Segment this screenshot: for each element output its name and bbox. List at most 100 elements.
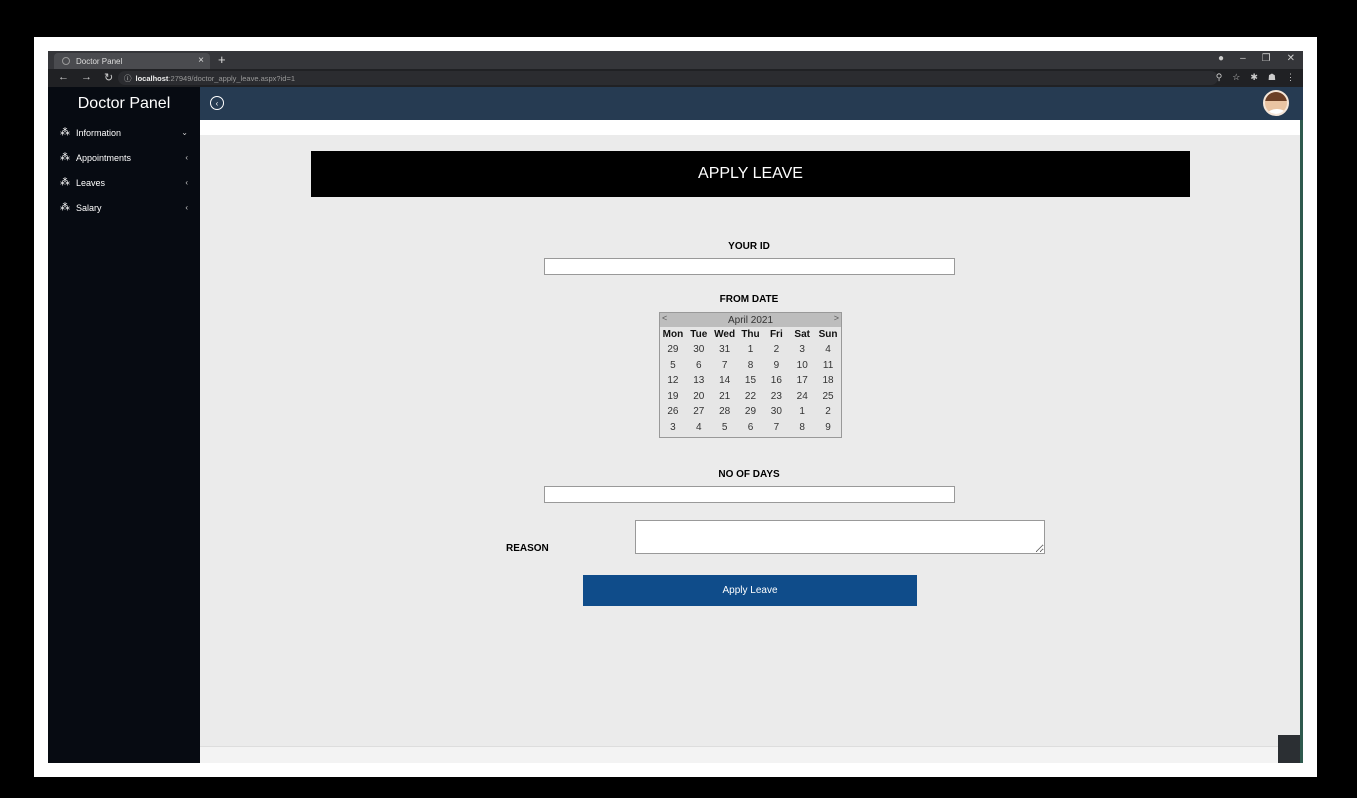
calendar-day[interactable]: 27	[686, 406, 712, 417]
sidebar-item-label: Salary	[76, 202, 102, 213]
calendar-day[interactable]: 4	[815, 344, 841, 355]
zoom-icon[interactable]: ⚲	[1216, 72, 1223, 83]
forward-arrow-icon[interactable]: →	[81, 71, 92, 84]
content-top-strip	[200, 120, 1300, 135]
sidebar-item-salary[interactable]: ⁂ Salary ‹	[48, 195, 200, 220]
calendar-day[interactable]: 13	[686, 375, 712, 386]
close-window-icon[interactable]: ✕	[1287, 53, 1295, 64]
cubes-icon: ⁂	[60, 202, 70, 213]
calendar-day[interactable]: 12	[660, 375, 686, 386]
your-id-label: YOUR ID	[728, 241, 770, 252]
calendar-day[interactable]: 28	[712, 406, 738, 417]
chevron-left-icon: ‹	[185, 178, 188, 187]
reload-icon[interactable]: ↻	[104, 71, 113, 84]
window-controls: ● – ❐ ✕	[1218, 53, 1295, 64]
calendar-prev-button[interactable]: <	[662, 313, 667, 323]
avatar-body	[1268, 109, 1286, 114]
tab-title: Doctor Panel	[76, 56, 123, 66]
back-arrow-icon[interactable]: ←	[58, 71, 69, 84]
calendar-day[interactable]: 18	[815, 375, 841, 386]
calendar-day[interactable]: 17	[789, 375, 815, 386]
restore-icon[interactable]: ❐	[1262, 53, 1271, 64]
calendar-day[interactable]: 1	[789, 406, 815, 417]
calendar-day[interactable]: 8	[738, 360, 764, 371]
calendar-day[interactable]: 31	[712, 344, 738, 355]
browser-address-bar: ← → ↻ ⓘ localhost :27949/doctor_apply_le…	[48, 69, 1303, 87]
calendar-weekday-sat: Sat	[794, 329, 810, 340]
menu-kebab-icon[interactable]: ⋮	[1286, 72, 1295, 83]
calendar-day[interactable]: 23	[763, 391, 789, 402]
calendar-day[interactable]: 20	[686, 391, 712, 402]
url-field[interactable]: ⓘ localhost :27949/doctor_apply_leave.as…	[118, 71, 1218, 85]
minimize-icon[interactable]: –	[1240, 53, 1246, 64]
calendar-weekday-thu: Thu	[741, 329, 760, 340]
calendar-day[interactable]: 9	[763, 360, 789, 371]
calendar-day[interactable]: 7	[763, 422, 789, 433]
calendar-day[interactable]: 5	[712, 422, 738, 433]
sidebar-item-information[interactable]: ⁂ Information ⌄	[48, 120, 200, 145]
calendar-day[interactable]: 2	[815, 406, 841, 417]
calendar-day[interactable]: 25	[815, 391, 841, 402]
calendar-day[interactable]: 26	[660, 406, 686, 417]
calendar-day[interactable]: 6	[686, 360, 712, 371]
cubes-icon: ⁂	[60, 177, 70, 188]
calendar-day[interactable]: 11	[815, 360, 841, 371]
avatar[interactable]	[1263, 90, 1289, 116]
apply-leave-button[interactable]: Apply Leave	[583, 575, 917, 606]
calendar-day[interactable]: 7	[712, 360, 738, 371]
reason-textarea[interactable]	[635, 520, 1045, 554]
reason-label: REASON	[506, 543, 549, 554]
main-content: APPLY LEAVE YOUR ID FROM DATE < April 20…	[200, 120, 1300, 763]
sidebar-brand[interactable]: Doctor Panel	[48, 87, 200, 120]
browser-tab[interactable]: Doctor Panel ×	[54, 53, 210, 69]
calendar-day[interactable]: 9	[815, 422, 841, 433]
calendar-weekday-fri: Fri	[769, 329, 783, 340]
sidebar-item-label: Leaves	[76, 177, 106, 188]
calendar-day[interactable]: 14	[712, 375, 738, 386]
calendar-header: < April 2021 >	[660, 313, 841, 327]
calendar-day-grid: 29 30 31 1 2 3 4 5 6 7 8 9 10 11 12 13 14 15 16 17 18 19 20 21 2…	[660, 342, 841, 435]
calendar-day[interactable]: 5	[660, 360, 686, 371]
close-tab-icon[interactable]: ×	[198, 55, 204, 66]
calendar-day[interactable]: 24	[789, 391, 815, 402]
nav-buttons: ← → ↻	[58, 71, 113, 84]
calendar-day[interactable]: 1	[738, 344, 764, 355]
chevron-left-icon: ‹	[185, 153, 188, 162]
calendar-day[interactable]: 30	[763, 406, 789, 417]
avatar-hair	[1265, 92, 1287, 101]
no-of-days-input[interactable]	[544, 486, 955, 503]
calendar-day[interactable]: 29	[738, 406, 764, 417]
calendar-day[interactable]: 2	[763, 344, 789, 355]
calendar-next-button[interactable]: >	[834, 313, 839, 323]
sidebar-item-leaves[interactable]: ⁂ Leaves ‹	[48, 170, 200, 195]
calendar-day[interactable]: 4	[686, 422, 712, 433]
calendar-day[interactable]: 10	[789, 360, 815, 371]
calendar-day[interactable]: 3	[789, 344, 815, 355]
sidebar-item-label: Information	[76, 127, 122, 138]
calendar-day[interactable]: 8	[789, 422, 815, 433]
sidebar-item-appointments[interactable]: ⁂ Appointments ‹	[48, 145, 200, 170]
calendar-day[interactable]: 6	[738, 422, 764, 433]
from-date-label: FROM DATE	[719, 294, 779, 305]
calendar-month-label: April 2021	[727, 314, 774, 326]
calendar-day[interactable]: 22	[738, 391, 764, 402]
info-icon[interactable]: ⓘ	[124, 73, 132, 84]
screenshot-frame: Doctor Panel × + ● – ❐ ✕ ← → ↻ ⓘ localho…	[34, 37, 1317, 777]
calendar-day[interactable]: 3	[660, 422, 686, 433]
calendar-day[interactable]: 29	[660, 344, 686, 355]
circle-back-icon[interactable]: ‹	[210, 96, 224, 110]
calendar-day[interactable]: 19	[660, 391, 686, 402]
calendar-weekday-mon: Mon	[662, 329, 684, 340]
your-id-input[interactable]	[544, 258, 955, 275]
screen: Doctor Panel × + ● – ❐ ✕ ← → ↻ ⓘ localho…	[48, 51, 1303, 763]
calendar-day[interactable]: 15	[738, 375, 764, 386]
new-tab-icon[interactable]: +	[218, 52, 226, 67]
profile-dot-icon[interactable]: ●	[1218, 53, 1224, 64]
star-icon[interactable]: ☆	[1232, 72, 1240, 83]
calendar-day[interactable]: 16	[763, 375, 789, 386]
extensions-icon[interactable]: ✱	[1250, 72, 1258, 83]
calendar-day[interactable]: 21	[712, 391, 738, 402]
cubes-icon: ⁂	[60, 127, 70, 138]
profile-icon[interactable]: ☗	[1268, 72, 1276, 83]
calendar-day[interactable]: 30	[686, 344, 712, 355]
